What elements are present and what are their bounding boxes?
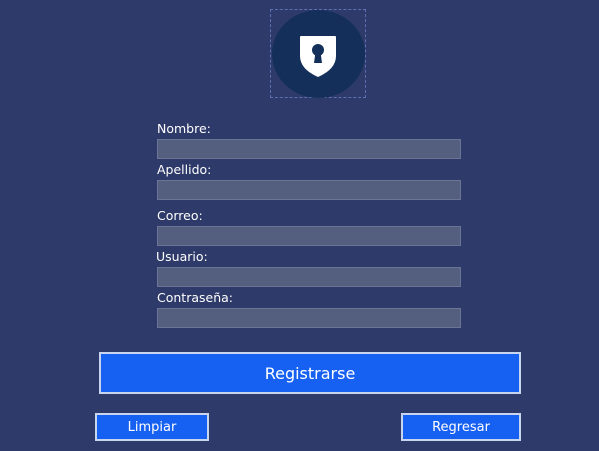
contrasena-label: Contraseña:	[157, 290, 233, 305]
usuario-label: Usuario:	[156, 249, 208, 264]
nombre-field[interactable]	[157, 139, 461, 159]
clear-button[interactable]: Limpiar	[95, 413, 209, 441]
shield-lock-icon	[300, 36, 336, 77]
apellido-label: Apellido:	[157, 162, 212, 177]
register-button[interactable]: Registrarse	[99, 352, 521, 394]
usuario-field[interactable]	[157, 267, 461, 287]
contrasena-field[interactable]	[157, 308, 461, 328]
correo-label: Correo:	[157, 208, 203, 223]
apellido-field[interactable]	[157, 180, 461, 200]
nombre-label: Nombre:	[157, 121, 211, 136]
back-button[interactable]: Regresar	[401, 413, 521, 441]
correo-field[interactable]	[157, 226, 461, 246]
